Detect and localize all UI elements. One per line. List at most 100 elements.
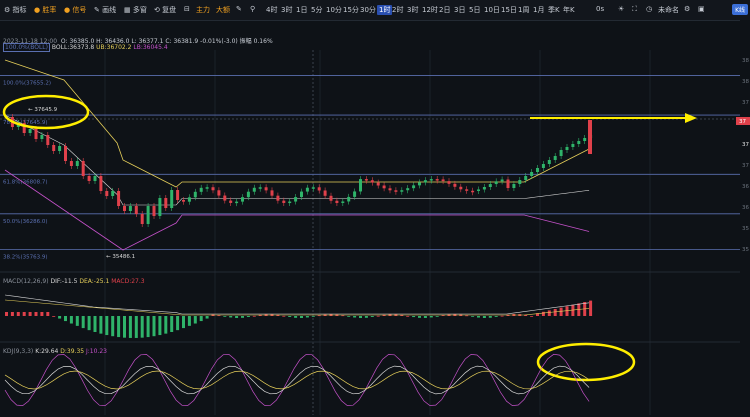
candle-66 <box>394 190 398 192</box>
macd-label[interactable]: MACD(12,26,9) <box>3 278 49 285</box>
interval-0[interactable]: 4时 <box>266 5 277 15</box>
candle-47 <box>282 200 286 203</box>
signal-button[interactable]: ● 信号 <box>64 5 86 15</box>
macd-bar-71 <box>423 316 427 318</box>
candle-20 <box>123 206 126 211</box>
big-amount-button[interactable]: 大额 <box>216 5 230 15</box>
interval-7[interactable]: 1时 <box>377 5 393 15</box>
interval-4[interactable]: 10分 <box>326 5 342 15</box>
split-icon[interactable]: ⊟ <box>184 5 190 13</box>
candle-87 <box>518 180 522 184</box>
candle-30 <box>182 200 185 202</box>
replay-button[interactable]: ⟲ 复盘 <box>154 5 176 15</box>
candle-28 <box>170 190 174 208</box>
macd-bar-28 <box>170 316 174 333</box>
indicator-button[interactable]: ⚙ 指标 <box>4 5 27 15</box>
kdj-label[interactable]: KDJ(9,3,3) <box>3 348 33 355</box>
settings-icon[interactable]: ⚙ <box>684 5 690 13</box>
candle-92 <box>547 160 551 164</box>
macd-bar-42 <box>252 315 256 317</box>
multi-window-button[interactable]: ▦ 多窗 <box>124 5 147 15</box>
macd-bar-12 <box>75 316 79 326</box>
macd-info: MACD(12,26,9) DIF:-11.5 DEA:-25.1 MACD:2… <box>3 278 145 285</box>
fullscreen-icon[interactable]: ⛶ <box>632 5 637 14</box>
interval-13[interactable]: 5日 <box>469 5 480 15</box>
interval-19[interactable]: 年K <box>563 5 575 15</box>
macd-bar-99 <box>589 300 593 316</box>
interval-2[interactable]: 1日 <box>296 5 307 15</box>
macd-bar-78 <box>465 315 469 317</box>
macd-bar-60 <box>359 316 362 318</box>
clock-icon[interactable]: ◷ <box>646 5 652 13</box>
interval-14[interactable]: 10日 <box>484 5 500 15</box>
macd-bar-5 <box>34 312 38 316</box>
candle-90 <box>536 168 539 172</box>
candle-36 <box>217 190 221 196</box>
candle-85 <box>506 179 510 188</box>
interval-18[interactable]: 季K <box>548 5 560 15</box>
macd-value: MACD:27.3 <box>111 278 145 285</box>
link-icon[interactable]: ⚲ <box>250 5 255 13</box>
macd-bar-51 <box>305 316 309 318</box>
macd-bar-79 <box>471 316 475 317</box>
fib-tag[interactable]: 100.0%(BOLL) <box>3 43 50 52</box>
candle-74 <box>441 179 445 182</box>
interval-1[interactable]: 3时 <box>281 5 292 15</box>
kline-badge[interactable]: K线 <box>732 4 748 15</box>
macd-bar-81 <box>482 316 486 318</box>
candle-7 <box>46 135 50 145</box>
sun-icon[interactable]: ☀ <box>618 5 624 13</box>
interval-3[interactable]: 5分 <box>311 5 322 15</box>
main-force-button[interactable]: 主力 <box>196 5 210 15</box>
price-tag-1: 37 <box>739 119 746 125</box>
winrate-button[interactable]: ● 胜率 <box>34 5 56 15</box>
interval-5[interactable]: 15分 <box>343 5 359 15</box>
candle-19 <box>117 191 121 206</box>
interval-6[interactable]: 30分 <box>360 5 376 15</box>
fib-label-0: 100.0%(37655.2) <box>3 81 51 87</box>
macd-bar-7 <box>46 312 50 316</box>
macd-bar-10 <box>64 316 67 322</box>
camera-icon[interactable]: ▣ <box>698 5 705 13</box>
candle-86 <box>512 184 516 188</box>
interval-8[interactable]: 2时 <box>392 5 403 15</box>
candle-94 <box>559 150 563 156</box>
macd-bar-13 <box>81 316 85 329</box>
drawing-button[interactable]: ✎ 画线 <box>94 5 116 15</box>
macd-bar-63 <box>376 315 380 317</box>
macd-bar-91 <box>541 311 545 316</box>
boll-mid-line <box>4 114 590 206</box>
candle-78 <box>465 189 469 191</box>
macd-dif-line <box>4 294 590 315</box>
interval-12[interactable]: 3日 <box>454 5 465 15</box>
kline-chart[interactable]: 100.0%(37655.2)78.6%(37645.9)61.8%(36808… <box>0 20 750 415</box>
interval-10[interactable]: 12时 <box>422 5 438 15</box>
macd-bar-9 <box>58 316 62 319</box>
candle-12 <box>75 161 79 166</box>
signal-label: 信号 <box>72 6 87 14</box>
candle-8 <box>52 145 56 151</box>
macd-bar-24 <box>146 316 150 338</box>
macd-bar-80 <box>477 316 480 318</box>
interval-11[interactable]: 2日 <box>439 5 450 15</box>
candle-35 <box>211 187 215 191</box>
kdj-j-line <box>4 353 590 406</box>
interval-17[interactable]: 1月 <box>533 5 544 15</box>
axis-label-6: 36 <box>742 184 749 190</box>
interval-9[interactable]: 3时 <box>407 5 418 15</box>
macd-bar-21 <box>128 316 132 338</box>
pen-icon[interactable]: ✎ <box>236 5 242 13</box>
candle-73 <box>435 179 439 181</box>
chart-area[interactable]: 100.0%(37655.2)78.6%(37645.9)61.8%(36808… <box>0 20 750 415</box>
macd-bar-49 <box>294 316 298 318</box>
macd-bar-34 <box>205 316 209 319</box>
candle-65 <box>388 188 392 191</box>
macd-bar-41 <box>246 316 250 318</box>
interval-16[interactable]: 1周 <box>518 5 529 15</box>
macd-bar-33 <box>199 316 203 322</box>
candle-11 <box>69 161 73 166</box>
interval-15[interactable]: 15日 <box>501 5 517 15</box>
candle-45 <box>270 190 274 196</box>
user-label[interactable]: 未命名 <box>658 5 679 15</box>
macd-bar-16 <box>99 316 103 334</box>
